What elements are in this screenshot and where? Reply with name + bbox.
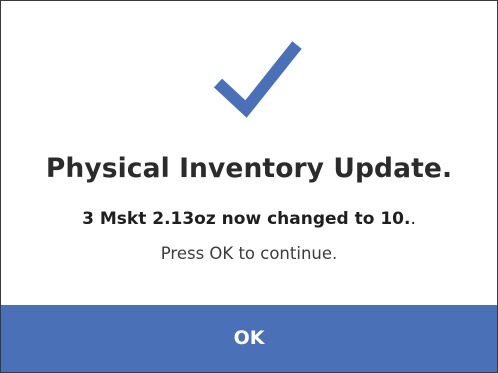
- ok-button[interactable]: OK: [1, 305, 497, 372]
- detail-text: 3 Mskt 2.13oz now changed to 10.: [82, 209, 411, 229]
- confirmation-dialog: Physical Inventory Update. 3 Mskt 2.13oz…: [0, 0, 498, 373]
- checkmark-icon: [213, 41, 302, 118]
- dialog-instruction: Press OK to continue.: [160, 244, 338, 263]
- dialog-detail: 3 Mskt 2.13oz now changed to 10..: [1, 209, 497, 229]
- detail-trailing-period: .: [410, 209, 416, 229]
- dialog-title: Physical Inventory Update.: [45, 153, 453, 184]
